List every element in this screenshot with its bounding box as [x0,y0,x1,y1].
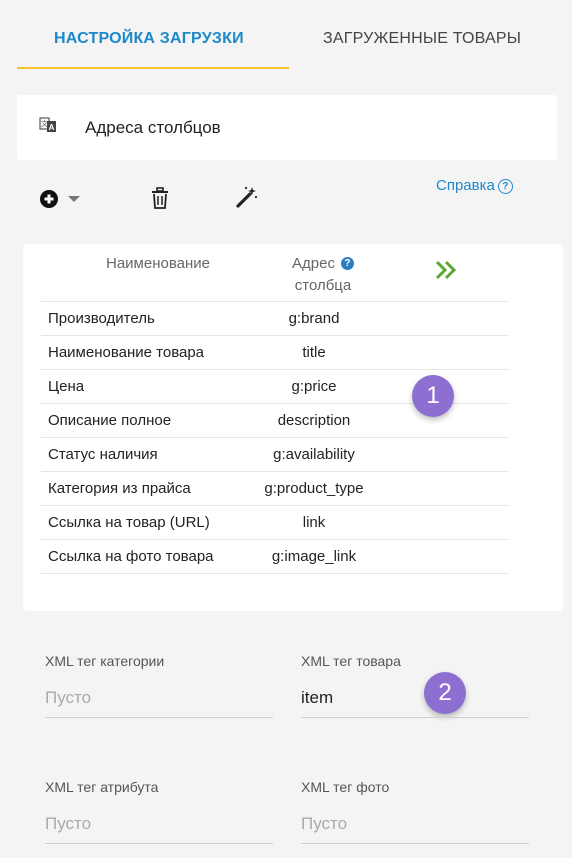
row-address: g:image_link [271,548,357,565]
field-label: XML тег товара [301,653,401,669]
column-header-address-line2: столбца [294,277,352,294]
table-row[interactable]: Ссылка на товар (URL) link [41,505,509,539]
chevron-down-icon [68,196,80,202]
row-name: Цена [48,378,85,395]
delete-button[interactable] [150,187,170,209]
auto-fill-button[interactable] [235,185,259,209]
table-row[interactable]: Производитель g:brand [41,301,509,335]
column-addresses-panel-header[interactable]: A 文 Адреса столбцов [17,95,557,160]
row-address: g:brand [288,310,340,327]
svg-text:文: 文 [41,119,48,128]
xml-product-tag-field: XML тег товара [301,653,529,725]
help-label: Справка [436,177,495,194]
xml-photo-tag-field: XML тег фото [301,779,529,851]
row-address: g:availability [273,446,355,463]
row-address: g:price [291,378,337,395]
help-link[interactable]: Справка? [436,177,513,194]
field-label: XML тег категории [45,653,165,669]
field-label: XML тег атрибута [45,779,159,795]
panel-title: Адреса столбцов [85,118,221,137]
row-name: Ссылка на фото товара [48,548,214,565]
row-name: Наименование товара [48,344,205,361]
plus-circle-icon [40,190,80,208]
trash-icon [152,187,168,209]
table-body: Производитель g:brand Наименование товара… [41,301,509,574]
row-name: Статус наличия [48,446,158,463]
table-row[interactable]: Статус наличия g:availability [41,437,509,471]
row-address: g:product_type [264,480,364,497]
field-label: XML тег фото [301,779,390,795]
table-row[interactable]: Ссылка на фото товара g:image_link [41,539,509,574]
row-name: Производитель [48,310,155,327]
double-chevron-right-icon[interactable] [435,260,457,280]
translate-icon: A 文 [39,117,56,132]
xml-category-tag-field: XML тег категории [45,653,273,725]
row-address: link [302,514,326,531]
row-name: Описание полное [48,412,172,429]
xml-attribute-tag-input[interactable] [45,805,273,844]
magic-wand-icon [236,186,258,208]
add-button[interactable] [40,189,82,209]
row-address: description [277,412,351,429]
xml-photo-tag-input[interactable] [301,805,529,844]
tab-upload-settings[interactable]: НАСТРОЙКА ЗАГРУЗКИ [54,30,244,48]
row-name: Категория из прайса [48,480,191,497]
table-row[interactable]: Наименование товара title [41,335,509,369]
xml-product-tag-input[interactable] [301,679,529,718]
tab-uploaded-products[interactable]: ЗАГРУЖЕННЫЕ ТОВАРЫ [323,30,521,48]
column-mapping-table: Наименование Адрес? столбца Производител… [23,244,563,611]
column-header-name: Наименование [106,255,210,272]
question-circle-icon: ? [497,179,513,194]
svg-text:A: A [49,123,55,132]
row-address: title [302,344,326,361]
table-row[interactable]: Категория из прайса g:product_type [41,471,509,505]
tab-bar: НАСТРОЙКА ЗАГРУЗКИ ЗАГРУЖЕННЫЕ ТОВАРЫ [0,0,572,70]
info-icon[interactable]: ? [340,257,354,270]
callout-badge-1: 1 [412,375,454,417]
active-tab-indicator [17,67,289,69]
row-name: Ссылка на товар (URL) [48,514,210,531]
column-header-address: Адрес? столбца [268,253,378,297]
xml-category-tag-input[interactable] [45,679,273,718]
column-header-address-line1: Адрес [292,255,335,272]
xml-attribute-tag-field: XML тег атрибута [45,779,273,851]
